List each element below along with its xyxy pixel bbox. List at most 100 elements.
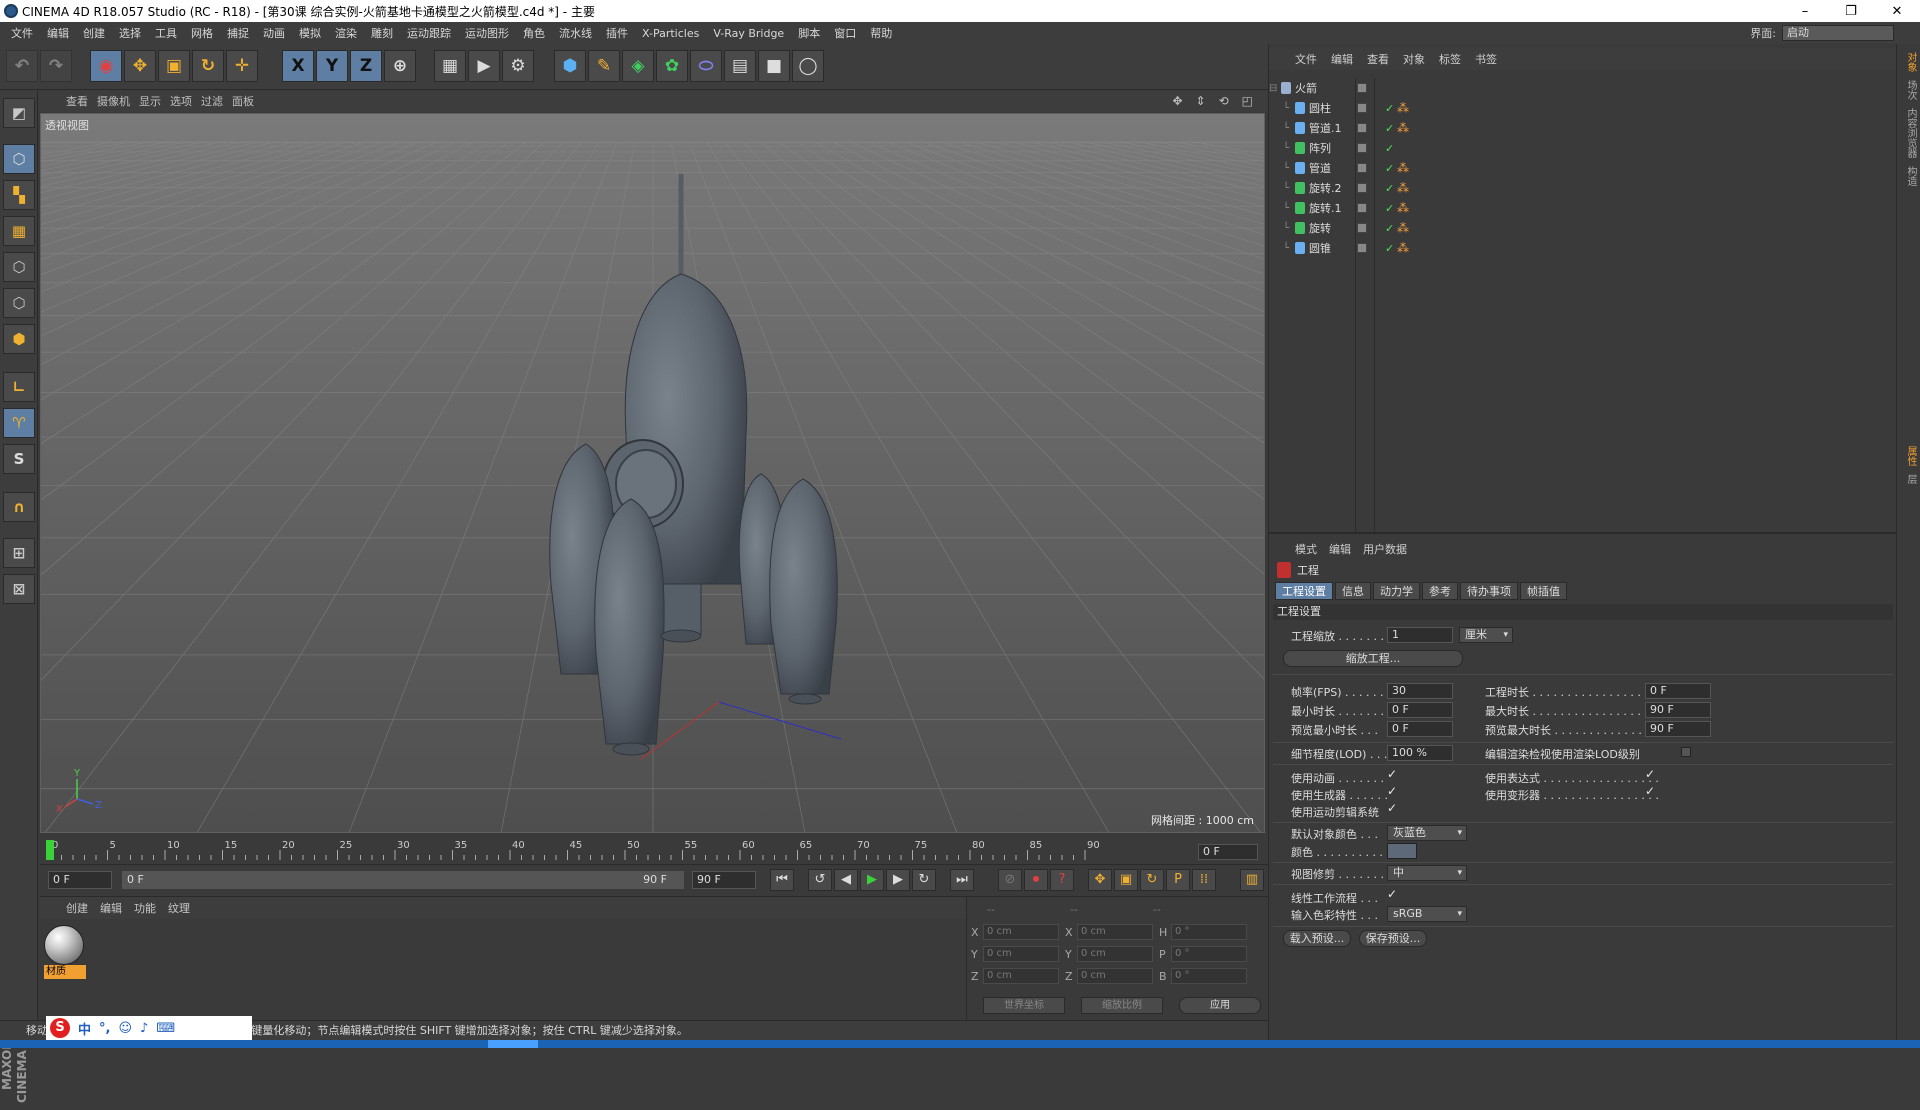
tree-expander-icon[interactable]: └ xyxy=(1283,123,1289,134)
workplane-mode-button[interactable]: ▦ xyxy=(3,216,35,246)
rot-p-field[interactable]: 0 ° xyxy=(1171,946,1247,962)
menu-x-particles[interactable]: X-Particles xyxy=(642,27,699,40)
mat-menu-texture[interactable]: 纹理 xyxy=(168,900,190,916)
obj-menu-file[interactable]: 文件 xyxy=(1295,51,1317,67)
max-time-field[interactable]: 90 F xyxy=(1645,702,1711,718)
recent-tool-button[interactable]: ✛ xyxy=(226,50,258,82)
play-button[interactable]: ▶ xyxy=(860,869,884,891)
x-axis-button[interactable]: X xyxy=(282,50,314,82)
vp-menu-filter[interactable]: 过滤 xyxy=(201,93,223,109)
vp-rotate-icon[interactable]: ⟲ xyxy=(1219,94,1229,108)
prev-key-button[interactable]: ↺ xyxy=(808,869,832,891)
tweak-mode-button[interactable]: ♈ xyxy=(3,408,35,438)
polygons-mode-button[interactable]: ⬢ xyxy=(3,324,35,354)
mat-menu-function[interactable]: 功能 xyxy=(134,900,156,916)
use-motion-system-checkbox[interactable]: ✓ xyxy=(1387,801,1397,815)
visibility-toggle[interactable] xyxy=(1357,123,1367,133)
side-tab-structure[interactable]: 构造 xyxy=(1903,166,1918,186)
mat-menu-edit[interactable]: 编辑 xyxy=(100,900,122,916)
input-color-profile-dropdown[interactable]: sRGB xyxy=(1387,906,1467,922)
object-row[interactable]: └ 阵列 ✓ xyxy=(1269,138,1897,158)
object-row[interactable]: └ 圆柱 ✓ ⁂ xyxy=(1269,98,1897,118)
ime-punct[interactable]: °, xyxy=(99,1021,110,1036)
vp-menu-options[interactable]: 选项 xyxy=(170,93,192,109)
tree-expander-icon[interactable]: └ xyxy=(1283,183,1289,194)
visibility-toggle[interactable] xyxy=(1357,183,1367,193)
pen-button[interactable]: ✎ xyxy=(588,50,620,82)
snap-button[interactable]: ∩ xyxy=(3,492,35,522)
menu-select[interactable]: 选择 xyxy=(119,25,141,41)
phong-tag-icon[interactable]: ⁂ xyxy=(1397,201,1409,215)
sogou-logo-icon[interactable]: S xyxy=(50,1018,70,1038)
menu-pipeline[interactable]: 流水线 xyxy=(559,25,592,41)
menu-script[interactable]: 脚本 xyxy=(798,25,820,41)
rot-h-field[interactable]: 0 ° xyxy=(1171,924,1247,940)
tab-info[interactable]: 信息 xyxy=(1335,582,1371,600)
enabled-check-icon[interactable]: ✓ xyxy=(1385,122,1394,135)
visibility-toggle[interactable] xyxy=(1357,243,1367,253)
menu-file[interactable]: 文件 xyxy=(11,25,33,41)
tree-expander-icon[interactable]: └ xyxy=(1283,243,1289,254)
load-preset-button[interactable]: 载入预设... xyxy=(1283,930,1351,947)
workplane-align-button[interactable]: ⊠ xyxy=(3,574,35,604)
object-name[interactable]: 管道.1 xyxy=(1309,120,1342,136)
menu-snap[interactable]: 捕捉 xyxy=(227,25,249,41)
deformer-button[interactable]: ⬭ xyxy=(690,50,722,82)
visibility-toggle[interactable] xyxy=(1357,223,1367,233)
color-swatch[interactable] xyxy=(1387,843,1417,859)
min-time-field[interactable]: 0 F xyxy=(1387,702,1453,718)
object-row[interactable]: └ 旋转 ✓ ⁂ xyxy=(1269,218,1897,238)
pos-x-field[interactable]: 0 cm xyxy=(983,924,1059,940)
menu-vray-bridge[interactable]: V-Ray Bridge xyxy=(713,27,784,40)
size-x-field[interactable]: 0 cm xyxy=(1077,924,1153,940)
menu-simulate[interactable]: 模拟 xyxy=(299,25,321,41)
size-z-field[interactable]: 0 cm xyxy=(1077,968,1153,984)
menu-plugins[interactable]: 插件 xyxy=(606,25,628,41)
enabled-check-icon[interactable]: ✓ xyxy=(1385,202,1394,215)
material-swatch[interactable]: 材质 xyxy=(44,925,86,979)
tab-key-interpolation[interactable]: 帧插值 xyxy=(1520,582,1567,600)
object-row[interactable]: └ 旋转.2 ✓ ⁂ xyxy=(1269,178,1897,198)
object-row[interactable]: └ 圆锥 ✓ ⁂ xyxy=(1269,238,1897,258)
z-axis-button[interactable]: Z xyxy=(350,50,382,82)
object-name[interactable]: 旋转 xyxy=(1309,220,1331,236)
tree-expander-icon[interactable]: └ xyxy=(1283,103,1289,114)
close-button[interactable]: ✕ xyxy=(1874,4,1920,19)
cube-button[interactable]: ⬢ xyxy=(554,50,586,82)
object-row[interactable]: └ 管道 ✓ ⁂ xyxy=(1269,158,1897,178)
attr-menu-edit[interactable]: 编辑 xyxy=(1329,541,1351,557)
make-editable-button[interactable]: ◩ xyxy=(3,98,35,128)
phong-tag-icon[interactable]: ⁂ xyxy=(1397,161,1409,175)
menu-animate[interactable]: 动画 xyxy=(263,25,285,41)
scale-tool-button[interactable]: ▣ xyxy=(158,50,190,82)
ime-lang[interactable]: 中 xyxy=(78,1019,91,1038)
timeline-window-button[interactable]: ▥ xyxy=(1240,869,1264,891)
tree-expander-icon[interactable]: └ xyxy=(1283,163,1289,174)
visibility-toggle[interactable] xyxy=(1357,163,1367,173)
apply-button[interactable]: 应用 xyxy=(1179,997,1261,1014)
render-settings-button[interactable]: ⚙ xyxy=(502,50,534,82)
points-mode-button[interactable]: ⬡ xyxy=(3,252,35,282)
enabled-check-icon[interactable]: ✓ xyxy=(1385,162,1394,175)
menu-render[interactable]: 渲染 xyxy=(335,25,357,41)
obj-menu-bookmarks[interactable]: 书签 xyxy=(1475,51,1497,67)
menu-mograph[interactable]: 运动图形 xyxy=(465,25,509,41)
side-tab-takes[interactable]: 场次 xyxy=(1903,80,1918,100)
obj-menu-view[interactable]: 查看 xyxy=(1367,51,1389,67)
menu-tools[interactable]: 工具 xyxy=(155,25,177,41)
range-slider[interactable]: 0 F 90 F xyxy=(122,871,684,889)
visibility-toggle[interactable] xyxy=(1357,203,1367,213)
maximize-button[interactable]: ❐ xyxy=(1828,4,1874,19)
redo-button[interactable]: ↷ xyxy=(40,50,72,82)
vp-zoom-icon[interactable]: ⇕ xyxy=(1196,94,1206,108)
goto-end-button[interactable]: ⏭ xyxy=(950,869,974,891)
key-scale-button[interactable]: ▣ xyxy=(1114,869,1138,891)
use-generators-checkbox[interactable]: ✓ xyxy=(1387,784,1397,798)
attr-menu-mode[interactable]: 模式 xyxy=(1295,541,1317,557)
linear-workflow-checkbox[interactable]: ✓ xyxy=(1387,887,1397,901)
object-row[interactable]: ⊟ 火箭 xyxy=(1269,78,1897,98)
ime-emoji-icon[interactable]: ☺ xyxy=(118,1021,132,1036)
key-rotation-button[interactable]: ↻ xyxy=(1140,869,1164,891)
use-expressions-checkbox[interactable]: ✓ xyxy=(1645,767,1655,781)
menu-window[interactable]: 窗口 xyxy=(834,25,856,41)
